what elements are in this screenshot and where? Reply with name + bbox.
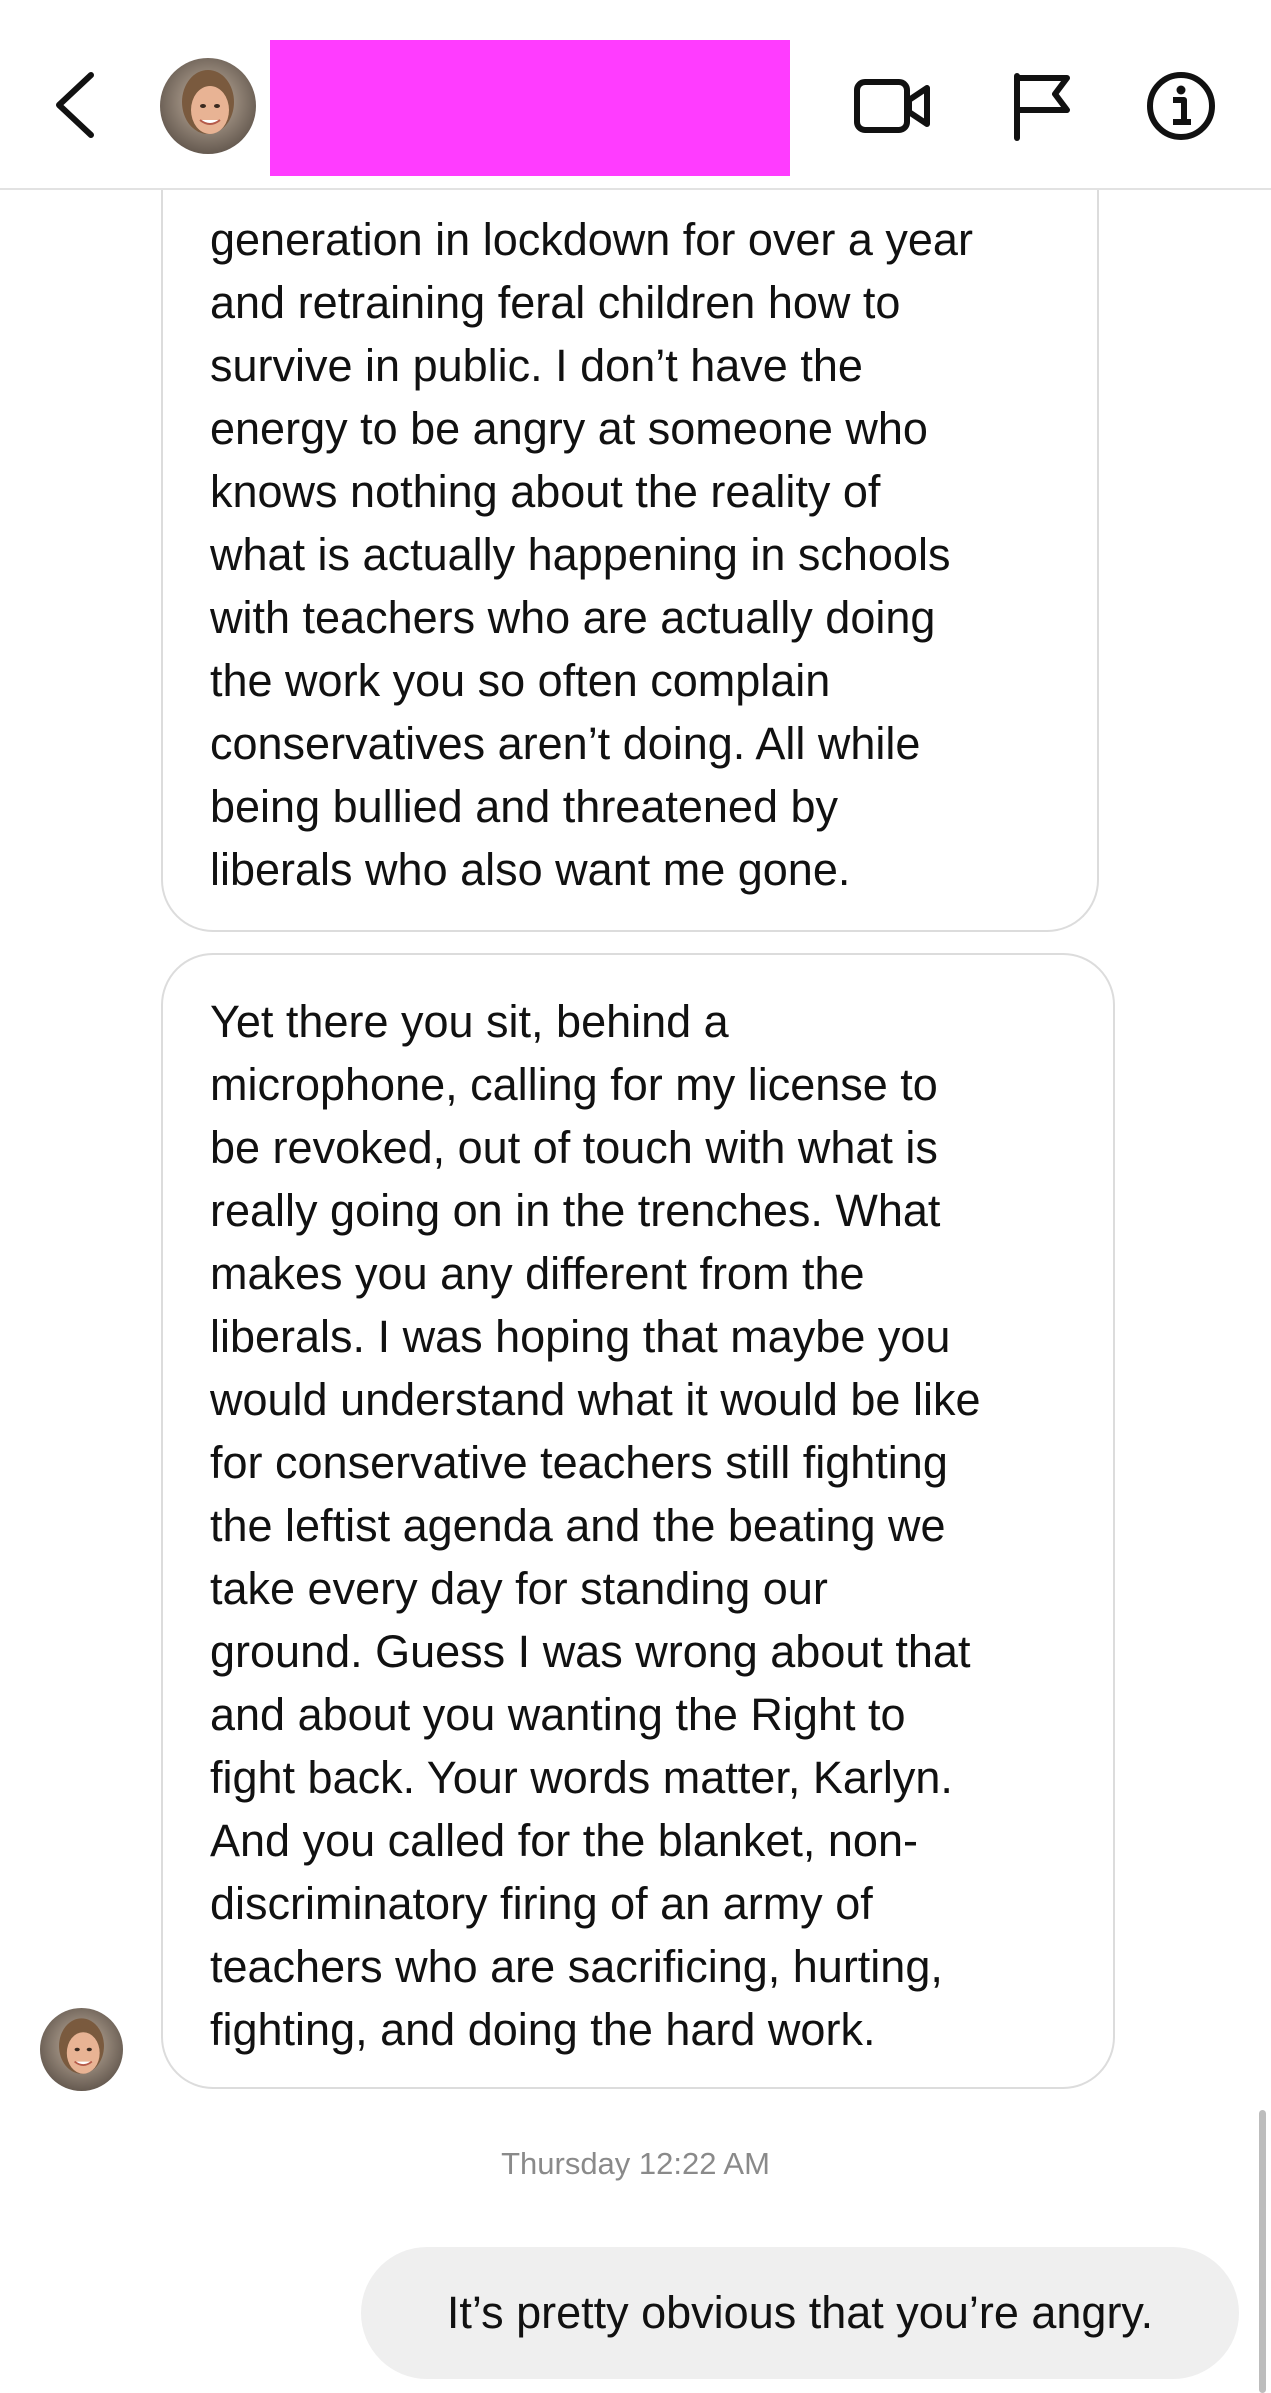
message-line: be revoked, out of touch with what is [210,1122,938,1173]
contact-avatar[interactable] [160,58,256,154]
message-line: generation in lockdown for over a year [210,214,973,265]
message-line: survive in public. I don’t have the [210,340,863,391]
received-message-bubble[interactable]: generation in lockdown for over a year a… [161,110,1099,932]
message-line: ground. Guess I was wrong about that [210,1626,971,1677]
message-line: microphone, calling for my license to [210,1059,938,1110]
sent-message-bubble[interactable]: It’s pretty obvious that you’re angry. [361,2247,1239,2379]
message-line: conservatives aren’t doing. All while [210,718,921,769]
video-call-icon [854,79,930,133]
message-line: energy to be angry at someone who [210,403,928,454]
message-line: what is actually happening in schools [210,529,951,580]
message-line: Yet there you sit, behind a [210,996,729,1047]
sender-avatar[interactable] [40,2008,123,2091]
message-line: for conservative teachers still fighting [210,1437,948,1488]
conversation-header [0,0,1271,190]
contact-name-redaction [270,40,790,176]
message-line: fight back. Your words matter, Karlyn. [210,1752,953,1803]
message-line: makes you any different from the [210,1248,865,1299]
report-button[interactable] [993,58,1089,154]
message-line: teachers who are sacrificing, hurting, [210,1941,943,1992]
message-line: discriminatory firing of an army of [210,1878,873,1929]
message-line: with teachers who are actually doing [210,592,936,643]
flag-icon [1014,73,1070,141]
message-line: liberals who also want me gone. [210,844,851,895]
video-call-button[interactable] [845,58,941,154]
message-line: would understand what it would be like [210,1374,981,1425]
message-line: the leftist agenda and the beating we [210,1500,946,1551]
message-line: liberals. I was hoping that maybe you [210,1311,951,1362]
message-timestamp: Thursday 12:22 AM [501,2146,770,2181]
message-line: And you called for the blanket, non- [210,1815,918,1866]
message-line: the work you so often complain [210,655,831,706]
message-line: being bullied and threatened by [210,781,839,832]
received-message-bubble[interactable]: Yet there you sit, behind a microphone, … [161,953,1115,2089]
info-button[interactable] [1133,58,1229,154]
message-line: fighting, and doing the hard work. [210,2004,876,2055]
message-line: and about you wanting the Right to [210,1689,906,1740]
info-icon [1147,72,1215,140]
back-button[interactable] [40,60,110,150]
message-line: really going on in the trenches. What [210,1185,941,1236]
chevron-left-icon [56,72,94,138]
scrollbar[interactable] [1259,2110,1266,2393]
message-line: knows nothing about the reality of [210,466,881,517]
message-line: take every day for standing our [210,1563,828,1614]
message-line: and retraining feral children how to [210,277,901,328]
